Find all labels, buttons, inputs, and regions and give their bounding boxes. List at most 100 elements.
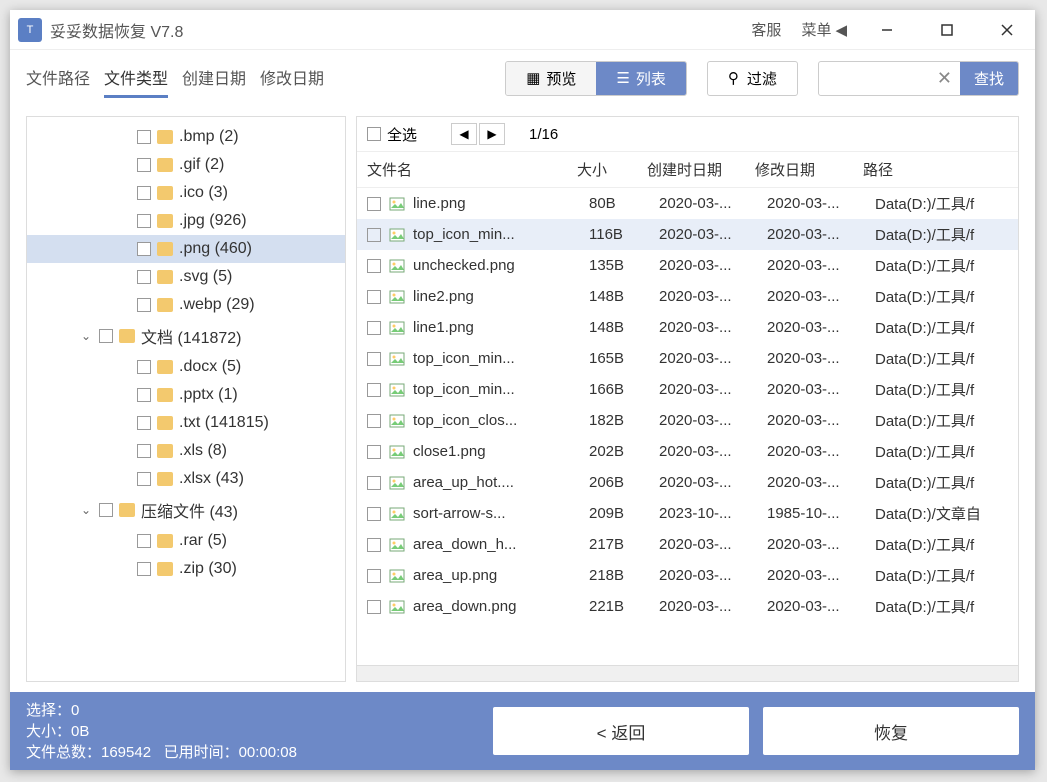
tree-item[interactable]: .docx (5) xyxy=(27,353,345,381)
tree-checkbox[interactable] xyxy=(137,242,151,256)
tree-label: .pptx (1) xyxy=(179,386,238,404)
table-row[interactable]: top_icon_clos...182B2020-03-...2020-03-.… xyxy=(357,405,1018,436)
table-row[interactable]: top_icon_min...166B2020-03-...2020-03-..… xyxy=(357,374,1018,405)
png-file-icon xyxy=(389,506,405,522)
row-checkbox[interactable] xyxy=(367,290,381,304)
expand-icon[interactable]: ⌄ xyxy=(79,329,93,343)
file-modified: 2020-03-... xyxy=(767,257,875,274)
table-row[interactable]: area_down.png221B2020-03-...2020-03-...D… xyxy=(357,591,1018,622)
col-path[interactable]: 路径 xyxy=(863,159,1008,180)
tree-item[interactable]: .webp (29) xyxy=(27,291,345,319)
tab-created[interactable]: 创建日期 xyxy=(182,59,246,98)
row-checkbox[interactable] xyxy=(367,600,381,614)
tree-item[interactable]: .jpg (926) xyxy=(27,207,345,235)
horizontal-scrollbar[interactable] xyxy=(357,665,1018,681)
row-checkbox[interactable] xyxy=(367,197,381,211)
tree-item[interactable]: ⌄文档 (141872) xyxy=(27,319,345,353)
next-page-button[interactable]: ▶ xyxy=(479,123,505,145)
table-row[interactable]: line.png80B2020-03-...2020-03-...Data(D:… xyxy=(357,188,1018,219)
minimize-button[interactable] xyxy=(867,15,907,45)
tree-pane[interactable]: .bmp (2).gif (2).ico (3).jpg (926).png (… xyxy=(26,116,346,682)
row-checkbox[interactable] xyxy=(367,352,381,366)
table-row[interactable]: top_icon_min...116B2020-03-...2020-03-..… xyxy=(357,219,1018,250)
tree-checkbox[interactable] xyxy=(137,298,151,312)
row-checkbox[interactable] xyxy=(367,383,381,397)
row-checkbox[interactable] xyxy=(367,259,381,273)
tree-checkbox[interactable] xyxy=(137,562,151,576)
tree-item[interactable]: .bmp (2) xyxy=(27,123,345,151)
list-view-button[interactable]: ☰列表 xyxy=(596,62,685,95)
statusbar: 选择：0 大小：0B 文件总数：169542 已用时间：00:00:08 < 返… xyxy=(10,692,1035,770)
table-row[interactable]: unchecked.png135B2020-03-...2020-03-...D… xyxy=(357,250,1018,281)
prev-page-button[interactable]: ◀ xyxy=(451,123,477,145)
file-created: 2020-03-... xyxy=(659,567,767,584)
table-row[interactable]: close1.png202B2020-03-...2020-03-...Data… xyxy=(357,436,1018,467)
search-button[interactable]: 查找 xyxy=(960,62,1018,95)
tree-checkbox[interactable] xyxy=(137,416,151,430)
support-link[interactable]: 客服 xyxy=(751,19,781,40)
tree-item[interactable]: .svg (5) xyxy=(27,263,345,291)
table-row[interactable]: line2.png148B2020-03-...2020-03-...Data(… xyxy=(357,281,1018,312)
table-row[interactable]: area_down_h...217B2020-03-...2020-03-...… xyxy=(357,529,1018,560)
tree-checkbox[interactable] xyxy=(137,534,151,548)
tab-path[interactable]: 文件路径 xyxy=(26,59,90,98)
preview-view-button[interactable]: ▦预览 xyxy=(506,62,596,95)
tree-checkbox[interactable] xyxy=(137,472,151,486)
tree-checkbox[interactable] xyxy=(99,329,113,343)
png-file-icon xyxy=(389,289,405,305)
tree-checkbox[interactable] xyxy=(99,503,113,517)
row-checkbox[interactable] xyxy=(367,414,381,428)
tree-checkbox[interactable] xyxy=(137,158,151,172)
maximize-button[interactable] xyxy=(927,15,967,45)
tree-item[interactable]: ⌄压缩文件 (43) xyxy=(27,493,345,527)
tree-checkbox[interactable] xyxy=(137,130,151,144)
tree-checkbox[interactable] xyxy=(137,186,151,200)
col-created[interactable]: 创建时日期 xyxy=(647,159,755,180)
tab-modified[interactable]: 修改日期 xyxy=(260,59,324,98)
row-checkbox[interactable] xyxy=(367,507,381,521)
col-name[interactable]: 文件名 xyxy=(367,159,577,180)
filter-button[interactable]: ⚲过滤 xyxy=(707,61,798,96)
clear-search-button[interactable]: ✕ xyxy=(929,68,960,89)
row-checkbox[interactable] xyxy=(367,321,381,335)
tree-item[interactable]: .rar (5) xyxy=(27,527,345,555)
search-input[interactable] xyxy=(819,64,929,92)
file-rows[interactable]: line.png80B2020-03-...2020-03-...Data(D:… xyxy=(357,188,1018,665)
table-row[interactable]: area_up_hot....206B2020-03-...2020-03-..… xyxy=(357,467,1018,498)
tree-checkbox[interactable] xyxy=(137,270,151,284)
table-row[interactable]: top_icon_min...165B2020-03-...2020-03-..… xyxy=(357,343,1018,374)
tree-item[interactable]: .xlsx (43) xyxy=(27,465,345,493)
tree-item[interactable]: .png (460) xyxy=(27,235,345,263)
file-name: line.png xyxy=(413,195,589,212)
col-modified[interactable]: 修改日期 xyxy=(755,159,863,180)
tree-checkbox[interactable] xyxy=(137,360,151,374)
tree-item[interactable]: .gif (2) xyxy=(27,151,345,179)
close-button[interactable] xyxy=(987,15,1027,45)
row-checkbox[interactable] xyxy=(367,538,381,552)
row-checkbox[interactable] xyxy=(367,476,381,490)
tree-checkbox[interactable] xyxy=(137,388,151,402)
png-file-icon xyxy=(389,227,405,243)
table-row[interactable]: line1.png148B2020-03-...2020-03-...Data(… xyxy=(357,312,1018,343)
col-size[interactable]: 大小 xyxy=(577,159,647,180)
row-checkbox[interactable] xyxy=(367,569,381,583)
table-row[interactable]: sort-arrow-s...209B2023-10-...1985-10-..… xyxy=(357,498,1018,529)
tree-item[interactable]: .xls (8) xyxy=(27,437,345,465)
tree-item[interactable]: .txt (141815) xyxy=(27,409,345,437)
file-created: 2020-03-... xyxy=(659,381,767,398)
tab-type[interactable]: 文件类型 xyxy=(104,59,168,98)
row-checkbox[interactable] xyxy=(367,228,381,242)
tree-item[interactable]: .ico (3) xyxy=(27,179,345,207)
tree-item[interactable]: .zip (30) xyxy=(27,555,345,583)
select-all-checkbox[interactable]: 全选 xyxy=(367,124,417,145)
tree-item[interactable]: .pptx (1) xyxy=(27,381,345,409)
tree-checkbox[interactable] xyxy=(137,214,151,228)
row-checkbox[interactable] xyxy=(367,445,381,459)
titlebar: T 妥妥数据恢复 V7.8 客服 菜单 ◀ xyxy=(10,10,1035,50)
expand-icon[interactable]: ⌄ xyxy=(79,503,93,517)
back-button[interactable]: < 返回 xyxy=(493,707,749,755)
tree-checkbox[interactable] xyxy=(137,444,151,458)
recover-button[interactable]: 恢复 xyxy=(763,707,1019,755)
menu-button[interactable]: 菜单 ◀ xyxy=(801,19,847,40)
table-row[interactable]: area_up.png218B2020-03-...2020-03-...Dat… xyxy=(357,560,1018,591)
